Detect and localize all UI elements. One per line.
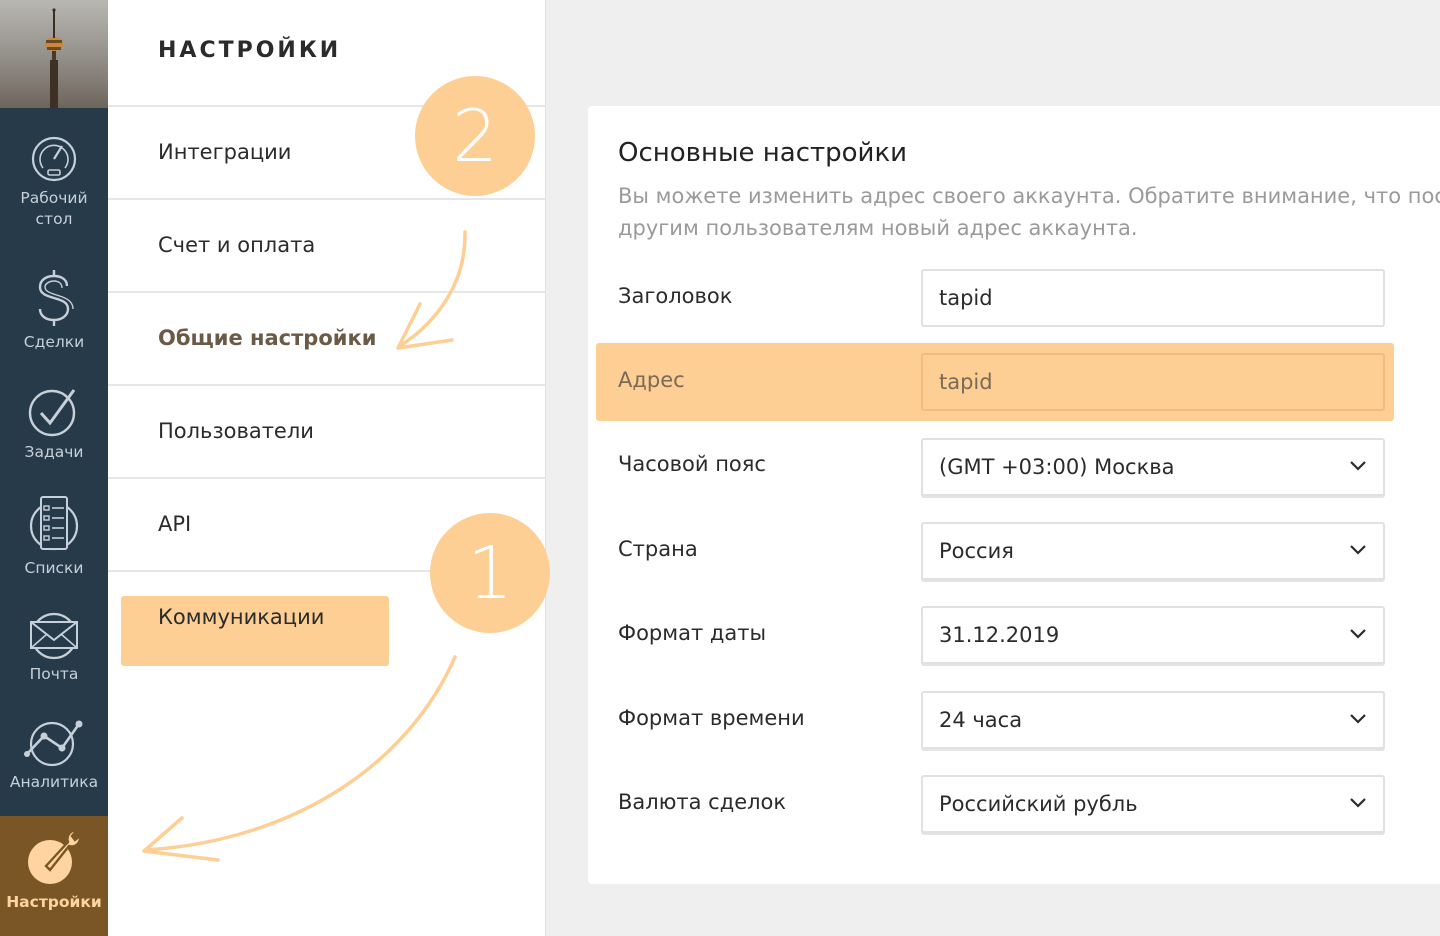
menu-item-users[interactable]: Пользователи: [108, 384, 545, 477]
description-line: другим пользователям новый адрес аккаунт…: [618, 216, 1138, 240]
list-icon: [29, 496, 79, 551]
sidebar-item-settings[interactable]: Настройки: [0, 816, 108, 936]
dashboard-gauge-icon: [31, 136, 77, 182]
date-format-value: 31.12.2019: [939, 623, 1060, 647]
field-label-timezone: Часовой пояс: [618, 452, 766, 476]
currency-value: Российский рубль: [939, 792, 1138, 816]
date-format-select[interactable]: 31.12.2019: [921, 606, 1385, 664]
time-format-value: 24 часа: [939, 708, 1023, 732]
chevron-down-icon: [1350, 545, 1366, 555]
sidebar-item-tasks[interactable]: Задачи: [0, 386, 108, 463]
sidebar-item-label: Задачи: [24, 443, 84, 461]
sidebar-item-label: Настройки: [6, 893, 102, 911]
menu-item-label: Общие настройки: [158, 326, 377, 350]
menu-item-label: Пользователи: [158, 419, 314, 443]
dollar-icon: [38, 270, 74, 326]
mail-icon: [30, 612, 78, 660]
sidebar-item-label: Почта: [29, 665, 79, 683]
timezone-value: (GMT +03:00) Москва: [939, 455, 1175, 479]
country-value: Россия: [939, 539, 1014, 563]
sidebar-item-label: Рабочий стол: [20, 189, 88, 228]
sidebar-item-label: Сделки: [23, 333, 85, 351]
sidebar-item-analytics[interactable]: Аналитика: [0, 716, 108, 793]
chevron-down-icon: [1350, 629, 1366, 639]
description-line: Вы можете изменить адрес своего аккаунта…: [618, 184, 1440, 208]
checkmark-icon: [28, 389, 76, 437]
menu-item-label: Коммуникации: [158, 605, 325, 629]
sidebar-item-deals[interactable]: Сделки: [0, 268, 108, 353]
field-label-country: Страна: [618, 537, 698, 561]
menu-item-general-settings[interactable]: Общие настройки: [108, 291, 545, 666]
address-input[interactable]: tapid: [921, 353, 1385, 411]
menu-item-label: Интеграции: [158, 140, 292, 164]
wrench-icon: [28, 828, 82, 884]
field-label-time-format: Формат времени: [618, 706, 805, 730]
chevron-down-icon: [1350, 461, 1366, 471]
field-label-currency: Валюта сделок: [618, 790, 787, 814]
field-label-title: Заголовок: [618, 284, 733, 308]
currency-select[interactable]: Российский рубль: [921, 775, 1385, 833]
title-input[interactable]: tapid: [921, 269, 1385, 327]
field-label-date-format: Формат даты: [618, 621, 767, 645]
general-settings-card: Основные настройки Вы можете изменить ад…: [588, 106, 1440, 884]
menu-item-label: Счет и оплата: [158, 233, 316, 257]
sidebar-item-label: Списки: [24, 559, 84, 577]
sidebar-item-mail[interactable]: Почта: [0, 610, 108, 685]
field-label-address: Адрес: [618, 368, 685, 392]
chevron-down-icon: [1350, 798, 1366, 808]
step-2-marker: 2: [415, 76, 535, 196]
sidebar-item-dashboard[interactable]: Рабочий стол: [0, 132, 108, 230]
settings-menu-title: НАСТРОЙКИ: [158, 38, 342, 63]
tower-photo-icon: [45, 8, 63, 108]
sidebar-item-label: Аналитика: [9, 773, 99, 791]
card-title: Основные настройки: [618, 138, 908, 168]
card-description: Вы можете изменить адрес своего аккаунта…: [618, 180, 1440, 244]
step-1-marker: 1: [430, 513, 550, 633]
menu-item-billing[interactable]: Счет и оплата: [108, 198, 545, 291]
chevron-down-icon: [1350, 714, 1366, 724]
sidebar-item-lists[interactable]: Списки: [0, 494, 108, 579]
country-select[interactable]: Россия: [921, 522, 1385, 580]
analytics-icon: [24, 720, 83, 767]
menu-item-label: API: [158, 512, 192, 536]
account-avatar[interactable]: [0, 0, 108, 108]
main-sidebar: Рабочий стол Сделки Задачи Списки Почта …: [0, 0, 108, 936]
timezone-select[interactable]: (GMT +03:00) Москва: [921, 438, 1385, 496]
time-format-select[interactable]: 24 часа: [921, 691, 1385, 749]
